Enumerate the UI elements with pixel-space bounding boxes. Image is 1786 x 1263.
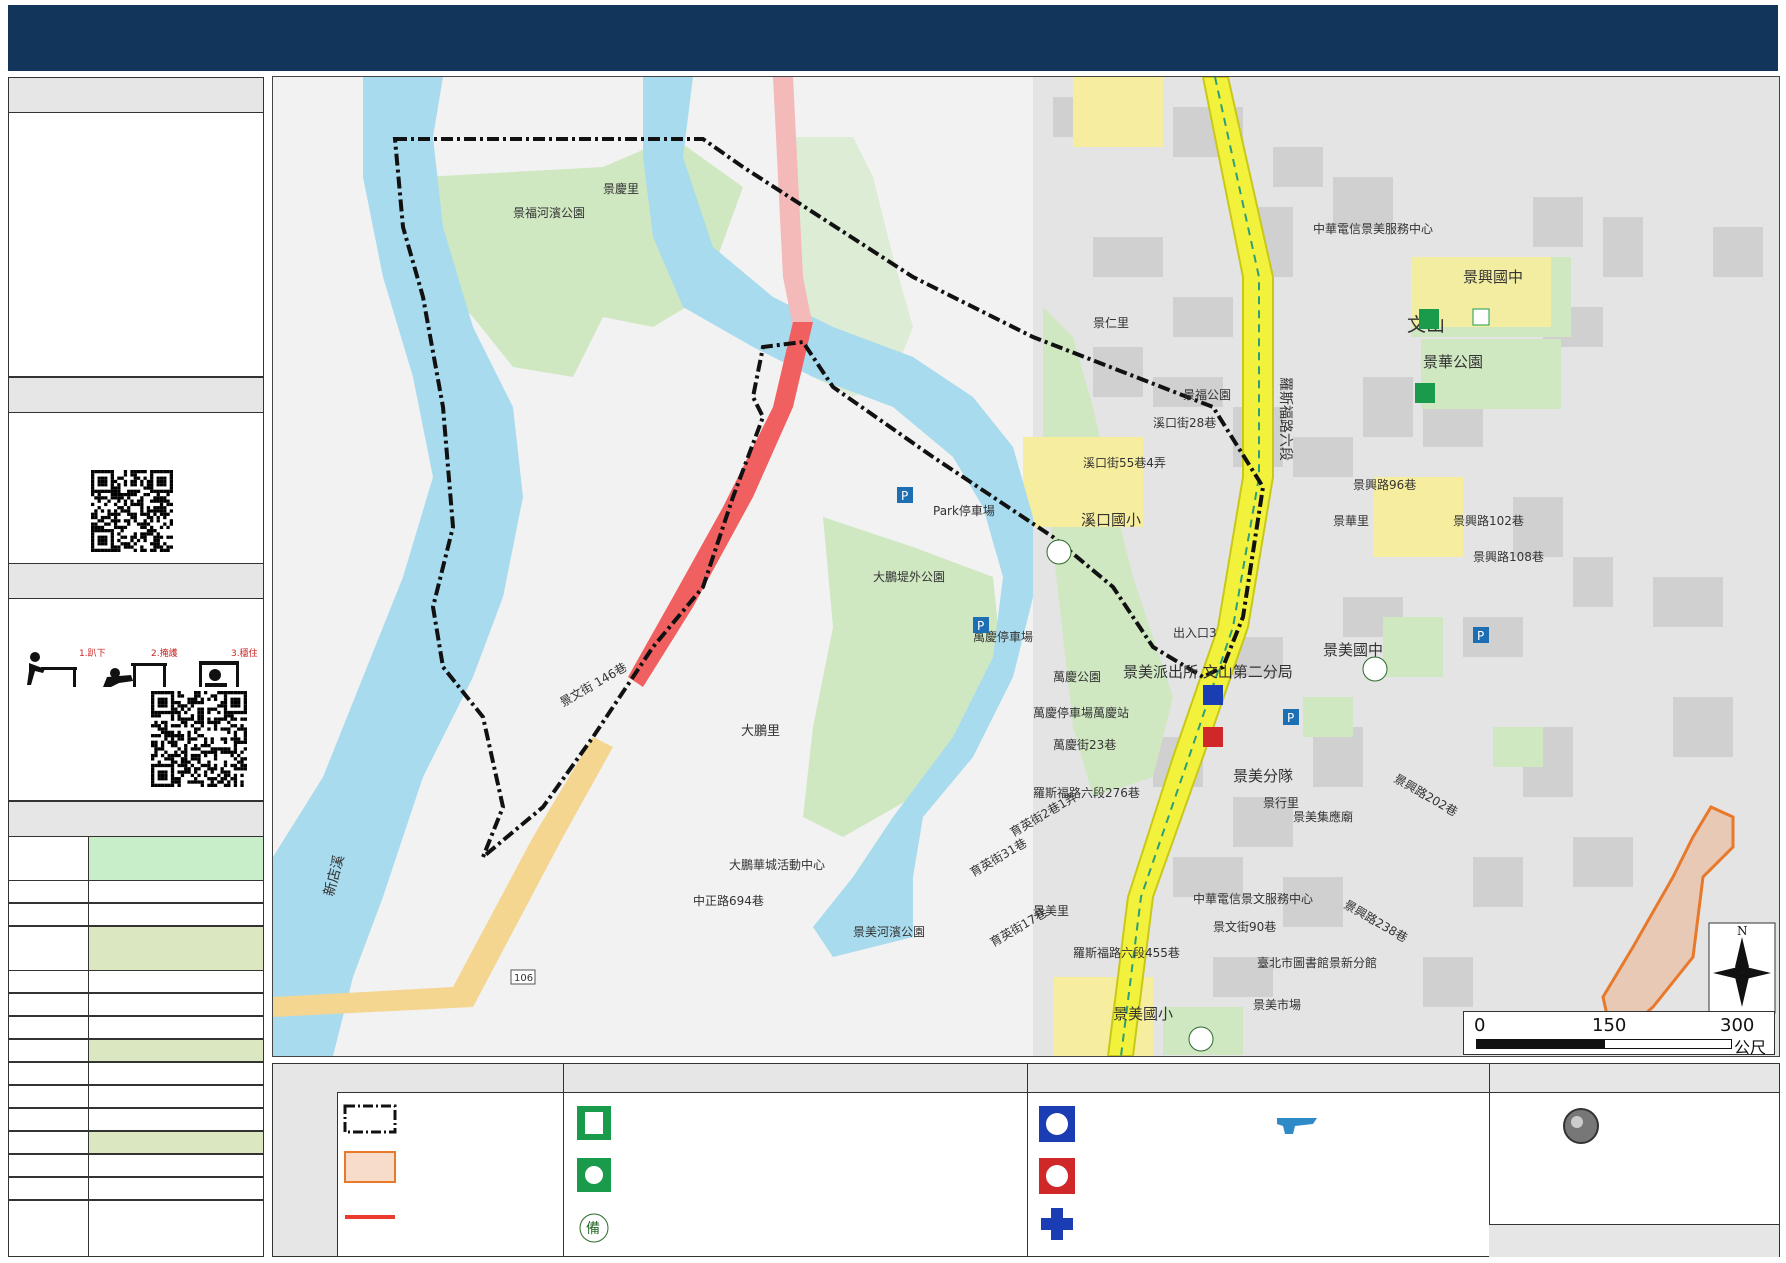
table-header bbox=[8, 801, 264, 837]
table-row bbox=[8, 1200, 264, 1257]
label-daguan-park: 大鵬堤外公園 bbox=[873, 570, 945, 584]
label-park-parking: Park停車場 bbox=[933, 503, 995, 518]
table-row bbox=[8, 970, 264, 993]
label-jingmei-es: 景美國小 bbox=[1113, 1005, 1173, 1023]
label-jingmei-gathering: 景美集應廟 bbox=[1293, 809, 1353, 824]
medical-icon bbox=[1041, 1208, 1073, 1240]
label-wanqing-23: 萬慶街23巷 bbox=[1053, 738, 1116, 752]
label-jingxing-108: 景興路108巷 bbox=[1473, 549, 1544, 564]
svg-text:P: P bbox=[977, 619, 984, 633]
police-icon bbox=[1203, 685, 1223, 705]
label-jinghua-li: 景華里 bbox=[1333, 514, 1369, 528]
label-roosevelt: 羅斯福路六段 bbox=[1277, 377, 1293, 461]
table-row bbox=[8, 1062, 264, 1085]
svg-text:1.趴下: 1.趴下 bbox=[79, 648, 106, 659]
label-zhongzheng-694: 中正路694巷 bbox=[693, 893, 764, 908]
label-xikou-school: 溪口國小 bbox=[1081, 511, 1141, 529]
label-cht-jingwen: 中華電信景文服務中心 bbox=[1193, 891, 1313, 906]
scale-tick-150: 150 bbox=[1592, 1015, 1627, 1036]
north-label: N bbox=[1737, 924, 1748, 938]
label-daguan-li: 大鵬里 bbox=[741, 724, 780, 739]
label-jingxing-jh: 景興國中 bbox=[1463, 268, 1523, 286]
scale-tick-300: 300 bbox=[1720, 1015, 1755, 1036]
label-jingmei-market: 景美市場 bbox=[1253, 997, 1301, 1012]
label-jingmei-river-park: 景美河濱公園 bbox=[853, 925, 925, 939]
info-panel-body bbox=[8, 112, 264, 377]
label-wanqing-park: 萬慶公園 bbox=[1053, 670, 1101, 684]
svg-text:P: P bbox=[1287, 711, 1294, 725]
hazard-zone-icon bbox=[344, 1151, 396, 1183]
label-library: 臺北市圖書館景新分館 bbox=[1257, 955, 1377, 970]
table-row bbox=[8, 836, 264, 881]
label-xikou-55: 溪口街55巷4弄 bbox=[1083, 456, 1166, 470]
legend-col-headers bbox=[337, 1064, 1779, 1093]
info-panel-header bbox=[8, 77, 264, 113]
north-arrow-icon: N bbox=[1708, 922, 1776, 1014]
boundary-icon bbox=[343, 1104, 397, 1134]
table-row bbox=[8, 1154, 264, 1177]
backup-icon bbox=[1046, 539, 1072, 565]
table-row bbox=[8, 1085, 264, 1108]
qr-code-2-icon[interactable] bbox=[151, 691, 247, 787]
table-row bbox=[8, 1108, 264, 1131]
qr-code-icon[interactable] bbox=[91, 470, 173, 552]
safety-panel-body: 1.趴下 2.掩護 3.穩住 bbox=[8, 598, 264, 801]
label-jingmei-fire: 景美分隊 bbox=[1233, 767, 1293, 785]
route-106-shield: 106 bbox=[510, 969, 536, 985]
legend-panel: 備 bbox=[272, 1063, 1780, 1257]
svg-text:106: 106 bbox=[514, 973, 533, 984]
label-jinghua-park: 景華公園 bbox=[1423, 353, 1483, 371]
table-row bbox=[8, 903, 264, 926]
label-jingmei-jh: 景美國中 bbox=[1323, 641, 1383, 659]
label-roosevelt-455: 羅斯福路六段455巷 bbox=[1073, 945, 1180, 960]
qr-panel-body bbox=[8, 412, 264, 564]
label-roosevelt-276: 羅斯福路六段276巷 bbox=[1033, 785, 1140, 800]
label-jingxing-96: 景興路96巷 bbox=[1353, 477, 1416, 492]
table-row bbox=[8, 1039, 264, 1062]
table-row bbox=[8, 926, 264, 971]
label-daguan-center: 大鵬華城活動中心 bbox=[729, 857, 825, 872]
drop-cover-hold-icon: 1.趴下 2.掩護 3.穩住 bbox=[27, 647, 258, 687]
table-row bbox=[8, 1016, 264, 1039]
legend-side-header bbox=[273, 1064, 338, 1256]
map-view[interactable]: 景慶里 景福河濱公園 大鵬堤外公園 大鵬里 大鵬華城活動中心 中正路694巷 景… bbox=[272, 76, 1780, 1057]
label-jingxing-li: 景行里 bbox=[1263, 796, 1299, 810]
label-jinglong-li: 景慶里 bbox=[603, 182, 639, 196]
label-tea-station: 萬慶停車場萬慶站 bbox=[1033, 705, 1129, 720]
table-row bbox=[8, 993, 264, 1016]
qr-panel-header bbox=[8, 377, 264, 413]
label-jingren-li: 景仁里 bbox=[1093, 316, 1129, 330]
table-row bbox=[8, 1177, 264, 1200]
title-banner bbox=[8, 5, 1778, 71]
safety-panel-header bbox=[8, 563, 264, 599]
table-row bbox=[8, 1131, 264, 1154]
label-jingwen-90: 景文街90巷 bbox=[1213, 919, 1276, 934]
label-jingfu-park2: 景福公園 bbox=[1183, 387, 1231, 402]
scale-tick-0: 0 bbox=[1474, 1015, 1486, 1036]
scale-unit: 公尺 bbox=[1734, 1038, 1767, 1057]
helicopter-icon bbox=[1277, 1118, 1317, 1134]
svg-text:3.穩住: 3.穩住 bbox=[231, 647, 258, 659]
fire-icon bbox=[1203, 727, 1223, 747]
table-row bbox=[8, 880, 264, 903]
svg-text:備: 備 bbox=[586, 1221, 600, 1237]
svg-text:2.掩護: 2.掩護 bbox=[151, 647, 178, 659]
svg-text:P: P bbox=[1477, 629, 1484, 643]
svg-text:P: P bbox=[901, 489, 908, 503]
scale-bar: 0 150 300 公尺 bbox=[1463, 1011, 1775, 1057]
shelter-icon bbox=[1419, 309, 1439, 329]
label-jingmei-station: 景美派出所 文山第二分局 bbox=[1123, 663, 1293, 681]
label-jingfu-park: 景福河濱公園 bbox=[513, 205, 585, 220]
label-xikou-28: 溪口街28巷 bbox=[1153, 416, 1216, 430]
label-jingxing-102: 景興路102巷 bbox=[1453, 513, 1524, 528]
park-refuge-icon bbox=[1415, 383, 1435, 403]
label-cht-jingmei: 中華電信景美服務中心 bbox=[1313, 221, 1433, 236]
label-exit3: 出入口3 bbox=[1173, 626, 1217, 640]
